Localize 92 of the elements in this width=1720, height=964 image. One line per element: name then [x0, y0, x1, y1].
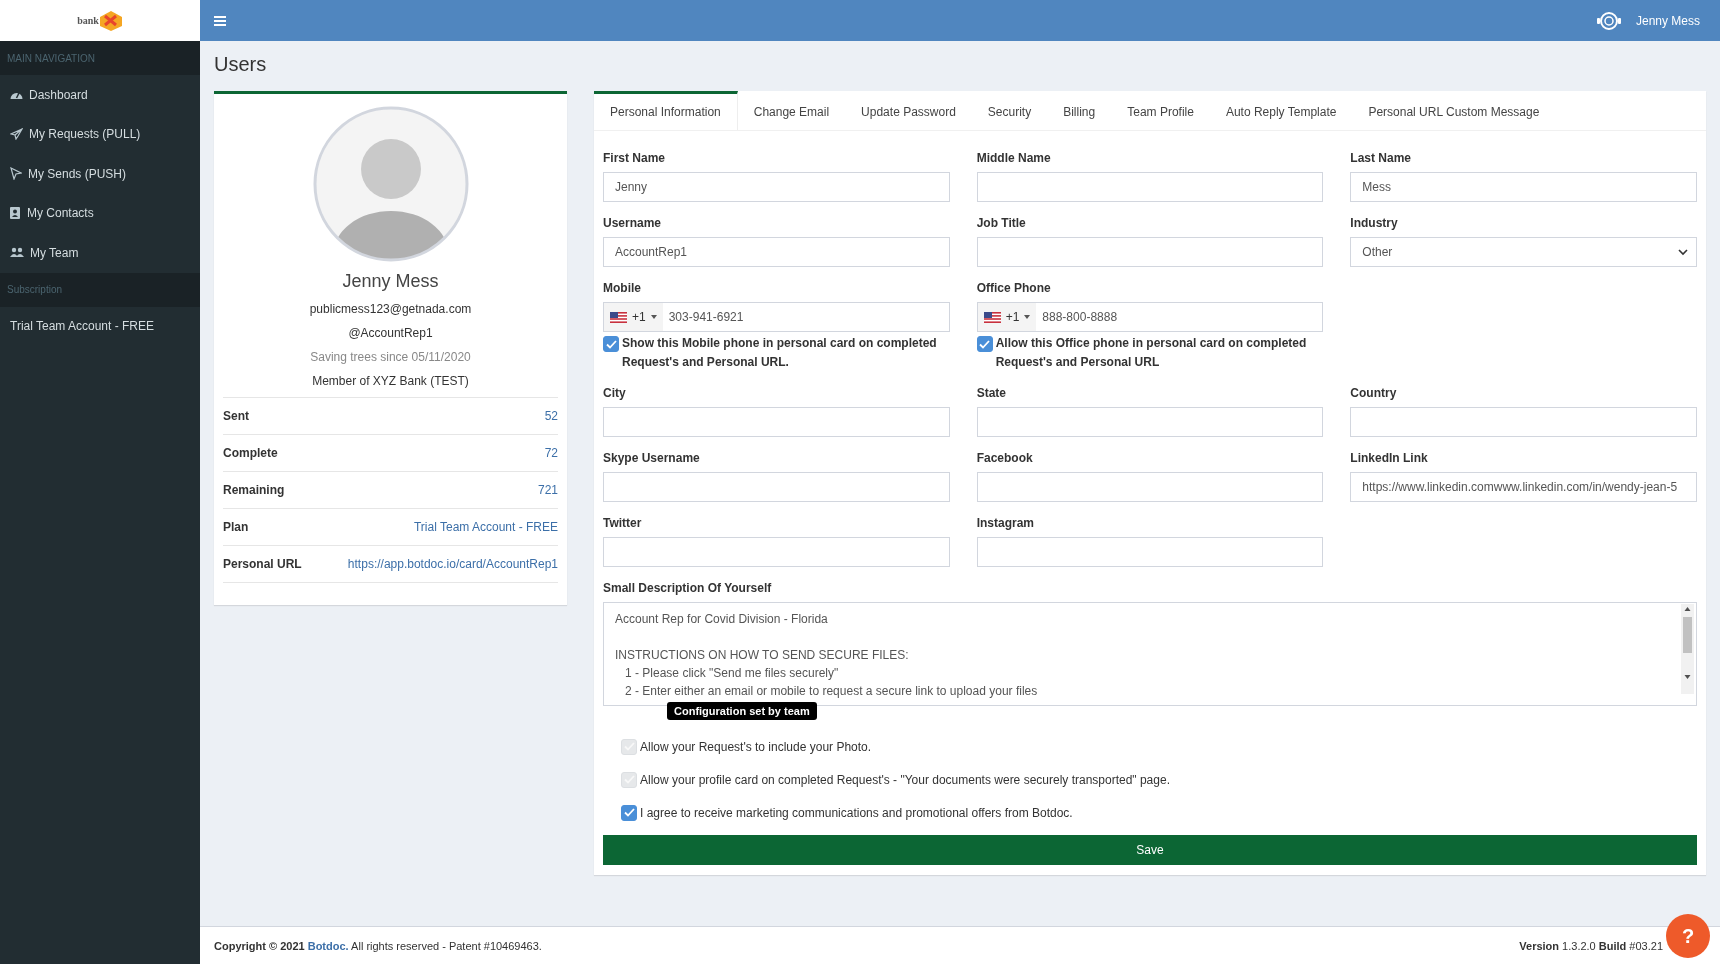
- member-since: Saving trees since 05/11/2020: [310, 350, 471, 364]
- field-label: Last Name: [1350, 151, 1413, 165]
- input-field[interactable]: [1350, 407, 1697, 437]
- tab[interactable]: Change Email: [737, 91, 846, 130]
- stat-value: 52: [544, 409, 558, 423]
- check-icon: [623, 775, 635, 784]
- tab[interactable]: Auto Reply Template: [1209, 91, 1353, 130]
- logo-text: bank: [77, 15, 99, 26]
- profile-email: publicmess123@getnada.com: [309, 302, 472, 316]
- stat-label: Plan: [223, 520, 249, 534]
- tab[interactable]: Personal Information: [594, 91, 738, 130]
- tab[interactable]: Security: [971, 91, 1048, 130]
- input-field[interactable]: [976, 472, 1324, 502]
- profile-name: Jenny Mess: [342, 271, 439, 292]
- tab[interactable]: Personal URL Custom Message: [1352, 91, 1556, 130]
- field-label: Skype Username: [603, 451, 701, 465]
- profile-username: @AccountRep1: [348, 326, 433, 340]
- input-field[interactable]: [976, 407, 1324, 437]
- botdoc-link[interactable]: Botdoc.: [307, 939, 349, 952]
- check-icon: [979, 339, 991, 349]
- sidebar-item[interactable]: My Requests (PULL): [0, 114, 200, 154]
- field-label: Twitter: [603, 516, 643, 530]
- tooltip: Configuration set by team: [667, 702, 817, 720]
- contact-book-icon: [10, 207, 21, 220]
- check-icon: [623, 742, 635, 751]
- sidebar-item[interactable]: Trial Team Account - FREE: [0, 306, 200, 346]
- field-label: Username: [603, 216, 663, 230]
- field-label: LinkedIn Link: [1350, 451, 1429, 465]
- input-field[interactable]: Mess: [1350, 172, 1697, 202]
- save-button[interactable]: Save: [603, 835, 1697, 865]
- field-label: Industry: [1350, 216, 1399, 230]
- input-field[interactable]: [976, 237, 1324, 267]
- tab[interactable]: Billing: [1047, 91, 1112, 130]
- tab[interactable]: Update Password: [845, 91, 972, 130]
- checkbox-label: Allow your Request's to include your Photo.: [640, 739, 872, 754]
- caret-icon: [1678, 248, 1688, 256]
- paper-plane-icon: [10, 128, 23, 141]
- input-field[interactable]: [603, 407, 950, 437]
- field-label: Office Phone: [976, 281, 1052, 295]
- field-label: Job Title: [976, 216, 1027, 230]
- field-label: First Name: [603, 151, 667, 165]
- field-label: Small Description Of Yourself: [603, 581, 773, 595]
- version-text: Version 1.3.2.0 Build #03.21: [1519, 939, 1663, 952]
- input-field[interactable]: Jenny: [603, 172, 950, 202]
- stat-value: 72: [544, 446, 558, 460]
- tab[interactable]: Team Profile: [1111, 91, 1210, 130]
- checkbox[interactable]: [603, 336, 619, 352]
- select-field[interactable]: Other: [1350, 237, 1697, 267]
- cursor-icon: [10, 167, 22, 181]
- section-title: Subscription: [7, 284, 63, 295]
- checkbox-label: I agree to receive marketing communications and promotional offers from Botdoc.: [640, 805, 1073, 820]
- stat-link[interactable]: https://app.botdoc.io/card/AccountRep1: [347, 557, 558, 571]
- menu-icon[interactable]: [214, 15, 226, 26]
- input-field[interactable]: [603, 472, 950, 502]
- checkbox-label: Show this Mobile phone in personal card on completed Request's and Personal URL.: [622, 335, 938, 371]
- scrollbar[interactable]: [1681, 604, 1694, 694]
- stat-label: Remaining: [223, 483, 285, 497]
- field-label: Mobile: [603, 281, 642, 295]
- field-label: City: [603, 386, 627, 400]
- users-icon: [10, 247, 24, 259]
- stat-label: Sent: [223, 409, 249, 423]
- sidebar-item[interactable]: Dashboard: [0, 75, 200, 115]
- stat-label: Complete: [223, 446, 278, 460]
- check-icon: [605, 339, 617, 349]
- organization: Member of XYZ Bank (TEST): [312, 374, 469, 388]
- copyright-text: Copyright © 2021 Botdoc. All rights reserved - Patent #10469463.: [214, 939, 542, 952]
- input-field[interactable]: [976, 537, 1324, 567]
- logo-icon: [98, 9, 123, 32]
- input-field[interactable]: AccountRep1: [603, 237, 950, 267]
- field-label: Middle Name: [976, 151, 1052, 165]
- checkbox-label: Allow this Office phone in personal card on completed Request's and Personal URL: [995, 335, 1308, 371]
- section-title: MAIN NAVIGATION: [7, 52, 95, 64]
- field-label: Instagram: [976, 516, 1035, 530]
- field-label: Country: [1350, 386, 1398, 400]
- field-label: State: [976, 386, 1007, 400]
- checkbox[interactable]: [976, 336, 993, 352]
- input-field[interactable]: [603, 537, 950, 567]
- check-icon: [623, 808, 635, 817]
- sidebar-item[interactable]: My Contacts: [0, 193, 200, 233]
- sidebar-item[interactable]: My Team: [0, 233, 200, 273]
- field-label: Facebook: [976, 451, 1034, 465]
- page-title: Users: [214, 53, 268, 77]
- input-field[interactable]: https://www.linkedin.comwww.linkedin.com/in/wendy-jean-5: [1350, 472, 1697, 502]
- support-icon[interactable]: [1595, 9, 1622, 32]
- stat-label: Personal URL: [223, 557, 302, 571]
- sidebar-item[interactable]: My Sends (PUSH): [0, 154, 200, 194]
- stat-link[interactable]: Trial Team Account - FREE: [413, 520, 558, 534]
- checkbox-label: Allow your profile card on completed Request's - "Your documents were securely transported" page.: [640, 772, 1170, 787]
- input-field[interactable]: [976, 172, 1324, 202]
- stat-value: 721: [537, 483, 558, 497]
- user-name[interactable]: Jenny Mess: [1635, 13, 1700, 28]
- checkbox[interactable]: [621, 804, 637, 821]
